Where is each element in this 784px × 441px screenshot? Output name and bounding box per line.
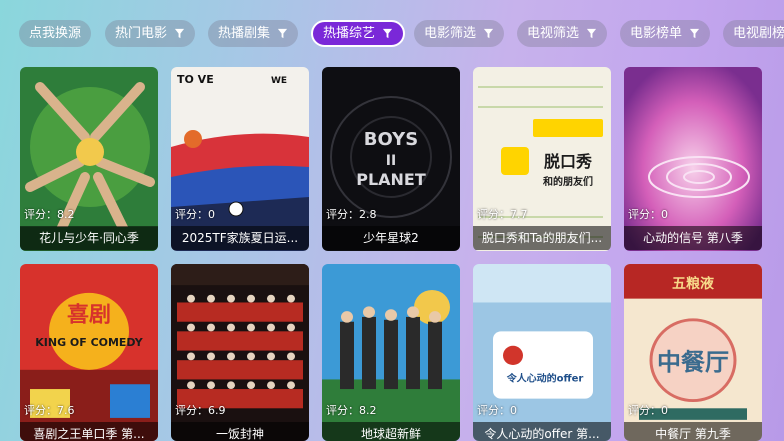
svg-text:PLANET: PLANET [356,170,426,189]
card-king-of-comedy[interactable]: 喜剧 KING OF COMEDY 评分：7.6 喜剧之王单口季 第... [20,264,158,441]
rating-label: 评分：6.9 [175,404,226,417]
rating-label: 评分：0 [628,208,668,221]
rating-label: 评分：2.8 [326,208,377,221]
svg-text:中餐厅: 中餐厅 [657,348,729,375]
poster-image: 脱口秀 和的朋友们 [473,67,611,251]
card-boys-planet-2[interactable]: BOYS II PLANET 评分：2.8 少年星球2 [322,67,460,251]
svg-text:KING OF COMEDY: KING OF COMEDY [35,336,143,349]
svg-text:BOYS: BOYS [364,129,418,150]
card-title: 中餐厅 第九季 [624,422,762,441]
poster-image [624,67,762,251]
card-heart-signal-8[interactable]: 评分：0 心动的信号 第八季 [624,67,762,251]
poster-image [20,67,158,251]
card-title: 少年星球2 [322,226,460,250]
card-title: 花儿与少年·同心季 [20,226,158,250]
svg-text:喜剧: 喜剧 [67,302,111,327]
svg-text:II: II [386,153,396,169]
card-flowers-and-youth[interactable]: 评分：8.2 花儿与少年·同心季 [20,67,158,251]
card-chinese-restaurant-9[interactable]: 五粮液中餐厅评分：0 中餐厅 第九季 [624,264,762,441]
svg-text:五粮液: 五粮液 [672,275,714,292]
svg-text:WE: WE [271,76,287,86]
card-the-offer[interactable]: 令人心动的offer 评分：0 令人心动的offer 第... [473,264,611,441]
card-title: 脱口秀和Ta的朋友们... [473,226,611,250]
rating-label: 评分：7.7 [477,208,528,221]
rating-label: 评分：0 [628,404,668,417]
rating-label: 评分：0 [477,404,517,417]
poster-image: BOYS II PLANET [322,67,460,251]
card-yi-fan-feng-shen[interactable]: 评分：6.9 一饭封神 [171,264,309,441]
card-title: 心动的信号 第八季 [624,226,762,250]
poster-image: TO VE WE [171,67,309,251]
card-title: 令人心动的offer 第... [473,422,611,441]
svg-text:令人心动的offer: 令人心动的offer [506,372,584,385]
card-title: 喜剧之王单口季 第... [20,422,158,441]
card-talk-show-friends[interactable]: 脱口秀和的朋友们评分：7.7 脱口秀和Ta的朋友们... [473,67,611,251]
rating-label: 评分：7.6 [24,404,75,417]
card-earth-super-fresh[interactable]: 评分：8.2 地球超新鲜 [322,264,460,441]
show-grid: 评分：8.2 花儿与少年·同心季 TO VE WE 评分：0 2025TF家族夏日运...… [0,0,784,441]
card-title: 一饭封神 [171,422,309,441]
rating-label: 评分：8.2 [24,208,75,221]
svg-text:和的朋友们: 和的朋友们 [542,175,593,188]
card-title: 2025TF家族夏日运... [171,226,309,250]
rating-label: 评分：8.2 [326,404,377,417]
svg-text:TO VE: TO VE [177,73,214,86]
card-title: 地球超新鲜 [322,422,460,441]
card-tf-family-summer[interactable]: TO VE WE 评分：0 2025TF家族夏日运... [171,67,309,251]
svg-text:脱口秀: 脱口秀 [544,152,592,171]
rating-label: 评分：0 [175,208,215,221]
